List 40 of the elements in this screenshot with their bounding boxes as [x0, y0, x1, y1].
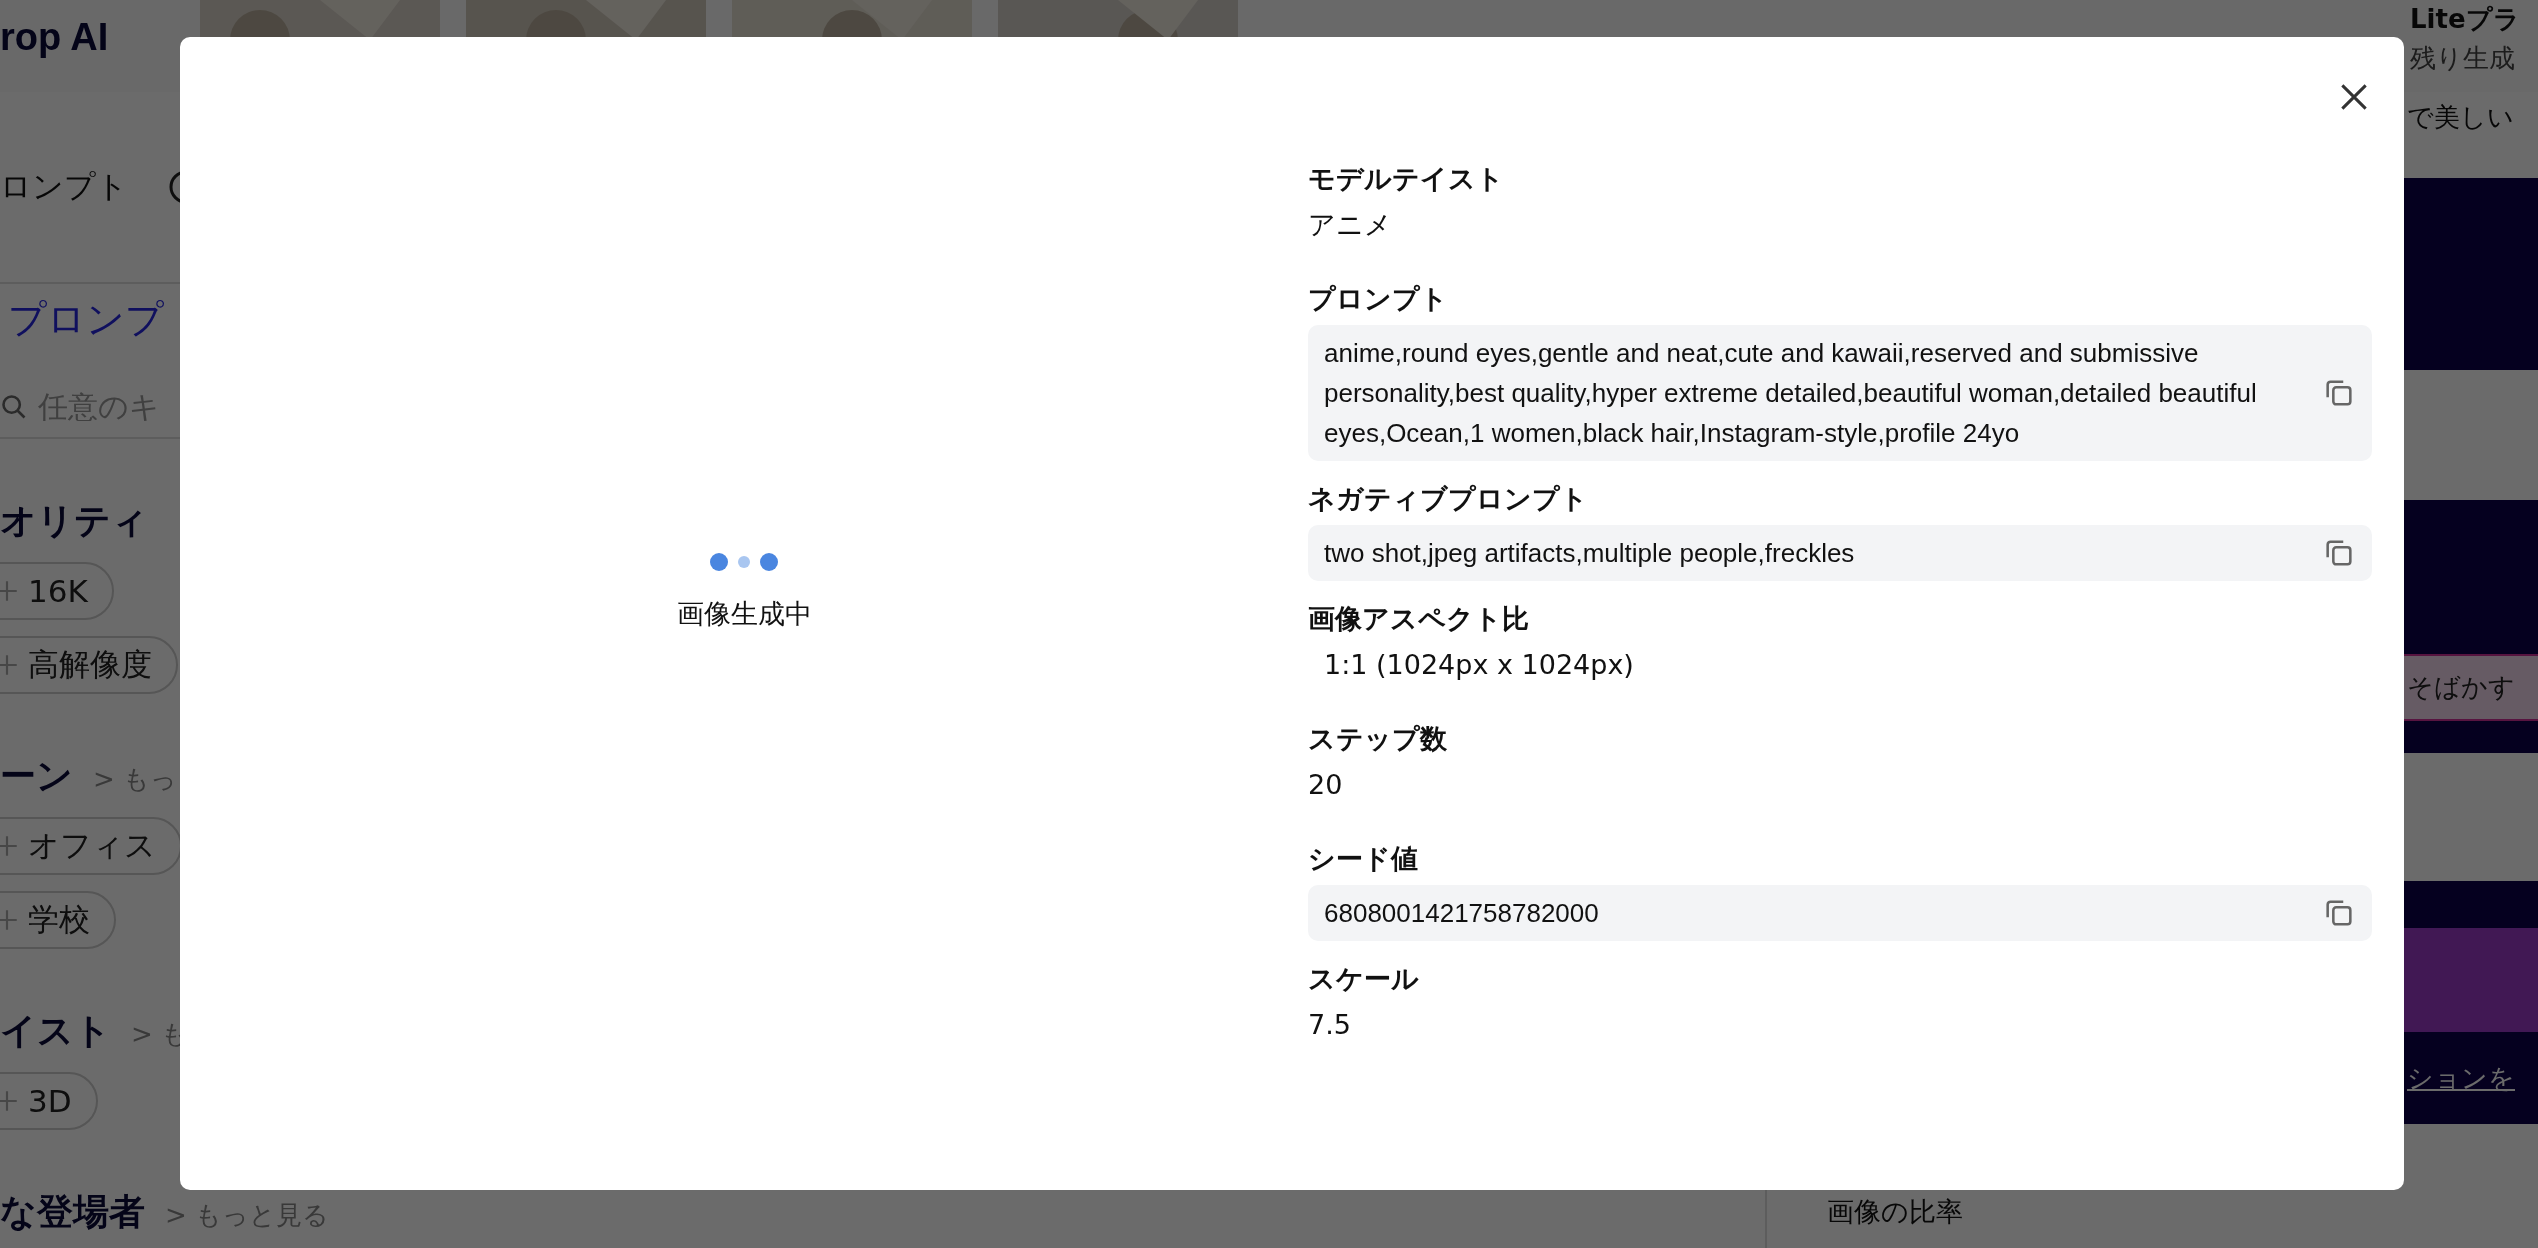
tag-label[interactable]: そばかす [2407, 670, 2515, 705]
section-label: 画像の比率 [1826, 1195, 1964, 1229]
field-value: 7.5 [1308, 1008, 1352, 1042]
plus-icon [0, 1088, 20, 1114]
tag-chip[interactable]: 学校 [0, 891, 116, 949]
field-label: プロンプト [1308, 282, 1449, 316]
field-label: ステップ数 [1308, 722, 1448, 756]
section-heading: プロンプ [8, 296, 164, 343]
intro-text: で美しい [2407, 101, 2514, 132]
loading-icon [709, 551, 779, 572]
category-title: な登場者 [0, 1190, 145, 1234]
category-title: オリティ [0, 499, 148, 543]
tag-chip[interactable]: 3D [0, 1072, 98, 1130]
tag-chip[interactable]: 16K [0, 562, 114, 620]
plan-title: Liteプラ [2410, 3, 2521, 36]
field-label: ネガティブプロンプト [1308, 482, 1589, 516]
category-title: ーン [0, 754, 73, 798]
plus-icon [0, 652, 20, 678]
status-text: 画像生成中 [676, 596, 812, 631]
field-label: スケール [1308, 962, 1420, 996]
field-label: モデルテイスト [1308, 162, 1505, 196]
logo[interactable]: rop AI [0, 0, 200, 59]
plus-icon [0, 907, 20, 933]
copyable-field: two shot,jpeg artifacts,multiple people,freckles [1308, 525, 2372, 581]
field-label: 画像アスペクト比 [1308, 602, 1530, 636]
search-icon [0, 393, 28, 421]
copyable-field: anime,round eyes,gentle and neat,cute and kawaii,reserved and submissive personality,best quality,hyper extreme detailed,beautiful woman,detailed beautiful eyes,Ocean,1 women,black hair,Instagram-style,profile 24yo [1308, 325, 2372, 461]
copyable-field: 6808001421758782000 [1308, 885, 2372, 941]
plan-remaining: 残り生成 [2410, 42, 2516, 75]
field-label: シード値 [1308, 842, 1419, 876]
plus-icon [0, 833, 20, 859]
tag-chip[interactable]: オフィス [0, 817, 182, 875]
field-value: 20 [1308, 768, 1344, 802]
category-title: イスト [0, 1009, 111, 1053]
text-link[interactable]: ションを [2407, 1060, 2515, 1096]
field-value: アニメ [1308, 208, 1393, 242]
field-value: 1:1 (1024px x 1024px) [1323, 648, 1635, 682]
plus-icon [0, 578, 20, 604]
tab[interactable]: ロンプト [0, 166, 128, 208]
tag-chip[interactable]: 高解像度 [0, 636, 178, 694]
